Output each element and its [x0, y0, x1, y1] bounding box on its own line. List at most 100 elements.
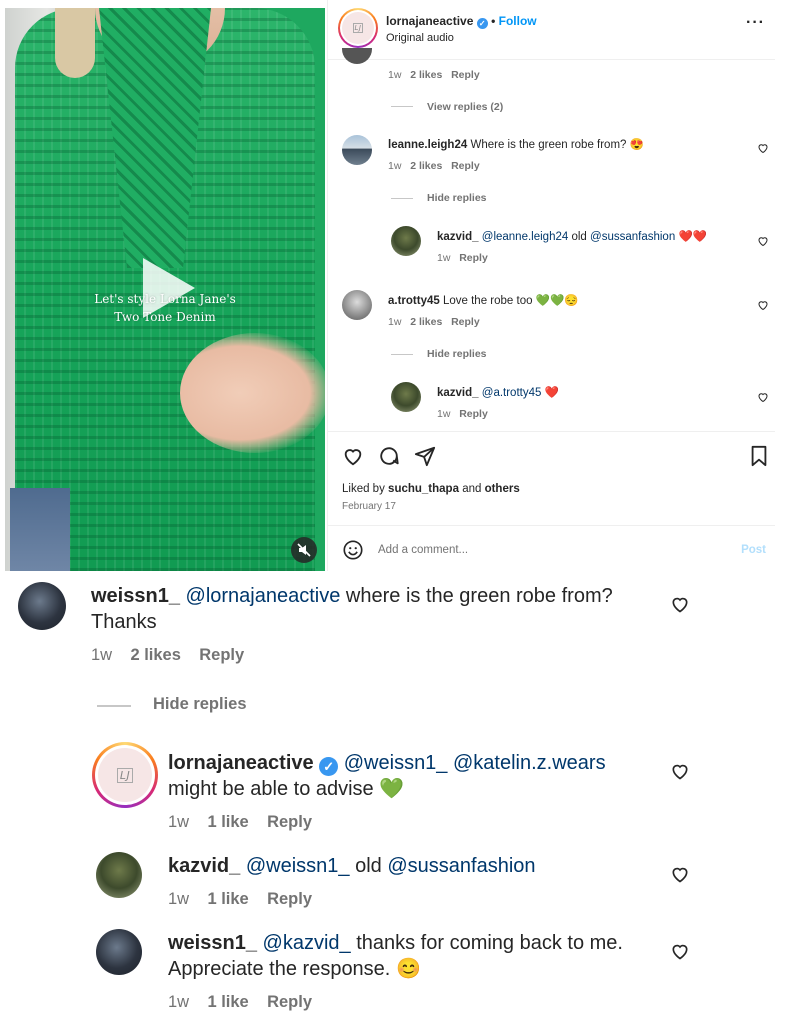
comment-username[interactable]: leanne.leigh24 — [388, 139, 467, 151]
comment-likes[interactable]: 1 like — [207, 890, 248, 908]
mention-link[interactable]: @katelin.z.wears — [453, 752, 606, 774]
comment-username[interactable]: kazvid_ — [437, 387, 479, 399]
reply-button[interactable]: Reply — [199, 646, 244, 664]
follow-button[interactable]: Follow — [499, 14, 537, 28]
comment-text: kazvid_ @leanne.leigh24 old @sussanfashi… — [437, 229, 707, 243]
comment-text: kazvid_ @a.trotty45 ❤️ — [437, 385, 559, 399]
post-header: LJ lornajaneactive ✓ • Follow Original a… — [328, 0, 775, 60]
screenshot-root: Let's style Lorna Jane's Two Tone Denim … — [0, 0, 805, 1024]
like-heart-icon[interactable] — [757, 142, 769, 154]
mention-link[interactable]: @weissn1_ — [344, 752, 448, 774]
view-replies-button[interactable]: View replies (2) — [427, 101, 503, 113]
author-avatar[interactable]: LJ — [92, 742, 158, 808]
mute-icon[interactable] — [291, 537, 317, 563]
comment-likes[interactable]: 1 like — [207, 813, 248, 831]
save-bookmark-icon[interactable] — [749, 445, 769, 467]
hide-replies-button[interactable]: Hide replies — [427, 192, 487, 204]
post-date: February 17 — [342, 501, 396, 512]
video-caption-overlay: Let's style Lorna Jane's Two Tone Denim — [65, 290, 265, 326]
more-options-icon[interactable]: ··· — [746, 14, 765, 32]
avatar[interactable] — [342, 48, 372, 64]
hide-replies-button[interactable]: Hide replies — [427, 348, 487, 360]
reply-button[interactable]: Reply — [267, 813, 312, 831]
like-heart-icon[interactable] — [342, 445, 364, 467]
replies-divider — [391, 354, 413, 355]
comment-meta: 1w 1 like Reply — [168, 890, 312, 909]
comment-username[interactable]: kazvid_ — [437, 231, 479, 243]
comment-time: 1w — [168, 813, 190, 831]
reply-button[interactable]: Reply — [267, 993, 312, 1011]
reply-button[interactable]: Reply — [451, 160, 480, 172]
heart-emoji: ❤️ — [544, 387, 559, 399]
share-paper-plane-icon[interactable] — [414, 445, 436, 467]
comment-bubble-icon[interactable] — [378, 445, 400, 467]
comment-body: thanks for coming back to me. — [356, 932, 623, 954]
comment-time: 1w — [168, 993, 190, 1011]
comment-username[interactable]: a.trotty45 — [388, 295, 440, 307]
author-username[interactable]: lornajaneactive — [386, 14, 473, 28]
audio-label[interactable]: Original audio — [386, 32, 454, 44]
comment-username[interactable]: kazvid_ — [168, 855, 240, 877]
replies-divider — [97, 705, 131, 707]
mention-link[interactable]: @leanne.leigh24 — [482, 231, 569, 243]
reply-button[interactable]: Reply — [451, 69, 480, 81]
like-heart-icon[interactable] — [670, 761, 690, 781]
hide-replies-button[interactable]: Hide replies — [153, 695, 247, 714]
reply-button[interactable]: Reply — [451, 316, 480, 328]
comment-body-line2: Thanks — [91, 611, 157, 633]
comment-username[interactable]: weissn1_ — [168, 932, 257, 954]
like-heart-icon[interactable] — [670, 594, 690, 614]
comment-username[interactable]: weissn1_ — [91, 585, 180, 607]
reply-button[interactable]: Reply — [459, 408, 488, 420]
liked-by-and: and — [462, 483, 482, 495]
comment-likes[interactable]: 1 like — [207, 993, 248, 1011]
like-heart-icon[interactable] — [757, 235, 769, 247]
avatar[interactable] — [96, 852, 142, 898]
replies-divider — [391, 106, 413, 107]
header-dot: • — [491, 14, 496, 28]
comment-text: a.trotty45 Love the robe too 💚💚😔 — [388, 293, 579, 307]
video-hand — [180, 333, 325, 453]
mention-link[interactable]: @kazvid_ — [263, 932, 351, 954]
post-comment-button[interactable]: Post — [741, 544, 766, 556]
verified-badge-icon: ✓ — [476, 18, 488, 29]
comment-likes[interactable]: 2 likes — [410, 316, 442, 328]
avatar[interactable] — [342, 135, 372, 165]
mention-link[interactable]: @lornajaneactive — [186, 585, 341, 607]
mention-link[interactable]: @a.trotty45 — [482, 387, 542, 399]
reply-button[interactable]: Reply — [459, 252, 488, 264]
avatar[interactable] — [391, 382, 421, 412]
like-heart-icon[interactable] — [757, 391, 769, 403]
comment-time: 1w — [91, 646, 113, 664]
video-caption-line2: Two Tone Denim — [114, 310, 216, 324]
comment-likes[interactable]: 2 likes — [410, 69, 442, 81]
like-heart-icon[interactable] — [670, 864, 690, 884]
liked-by-others[interactable]: others — [485, 483, 520, 495]
avatar[interactable] — [96, 929, 142, 975]
comment-likes[interactable]: 2 likes — [410, 160, 442, 172]
avatar[interactable] — [342, 290, 372, 320]
like-heart-icon[interactable] — [757, 299, 769, 311]
reply-button[interactable]: Reply — [267, 890, 312, 908]
avatar[interactable] — [18, 582, 66, 630]
comment-time: 1w — [437, 408, 451, 420]
comment-username[interactable]: lornajaneactive — [168, 752, 314, 774]
comment-meta: 1w 2 likes Reply — [91, 646, 244, 665]
comment-time: 1w — [388, 69, 402, 81]
author-avatar[interactable]: LJ — [338, 8, 378, 48]
avatar[interactable] — [391, 226, 421, 256]
video-caption-line1: Let's style Lorna Jane's — [94, 292, 236, 306]
like-heart-icon[interactable] — [670, 941, 690, 961]
comment-meta: 1w Reply — [437, 408, 488, 420]
mention-link[interactable]: @weissn1_ — [246, 855, 350, 877]
liked-by-line: Liked by suchu_thapa and others — [342, 483, 520, 495]
emoji-picker-icon[interactable] — [342, 539, 364, 561]
comment-likes[interactable]: 2 likes — [130, 646, 180, 664]
reel-video[interactable]: Let's style Lorna Jane's Two Tone Denim — [5, 8, 325, 571]
comment-text: leanne.leigh24 Where is the green robe f… — [388, 137, 644, 151]
mention-link[interactable]: @sussanfashion — [387, 855, 535, 877]
add-comment-input[interactable]: Add a comment... — [378, 544, 468, 556]
liked-by-user[interactable]: suchu_thapa — [388, 483, 459, 495]
comment-meta: 1w 1 like Reply — [168, 813, 312, 832]
mention-link[interactable]: @sussanfashion — [590, 231, 675, 243]
